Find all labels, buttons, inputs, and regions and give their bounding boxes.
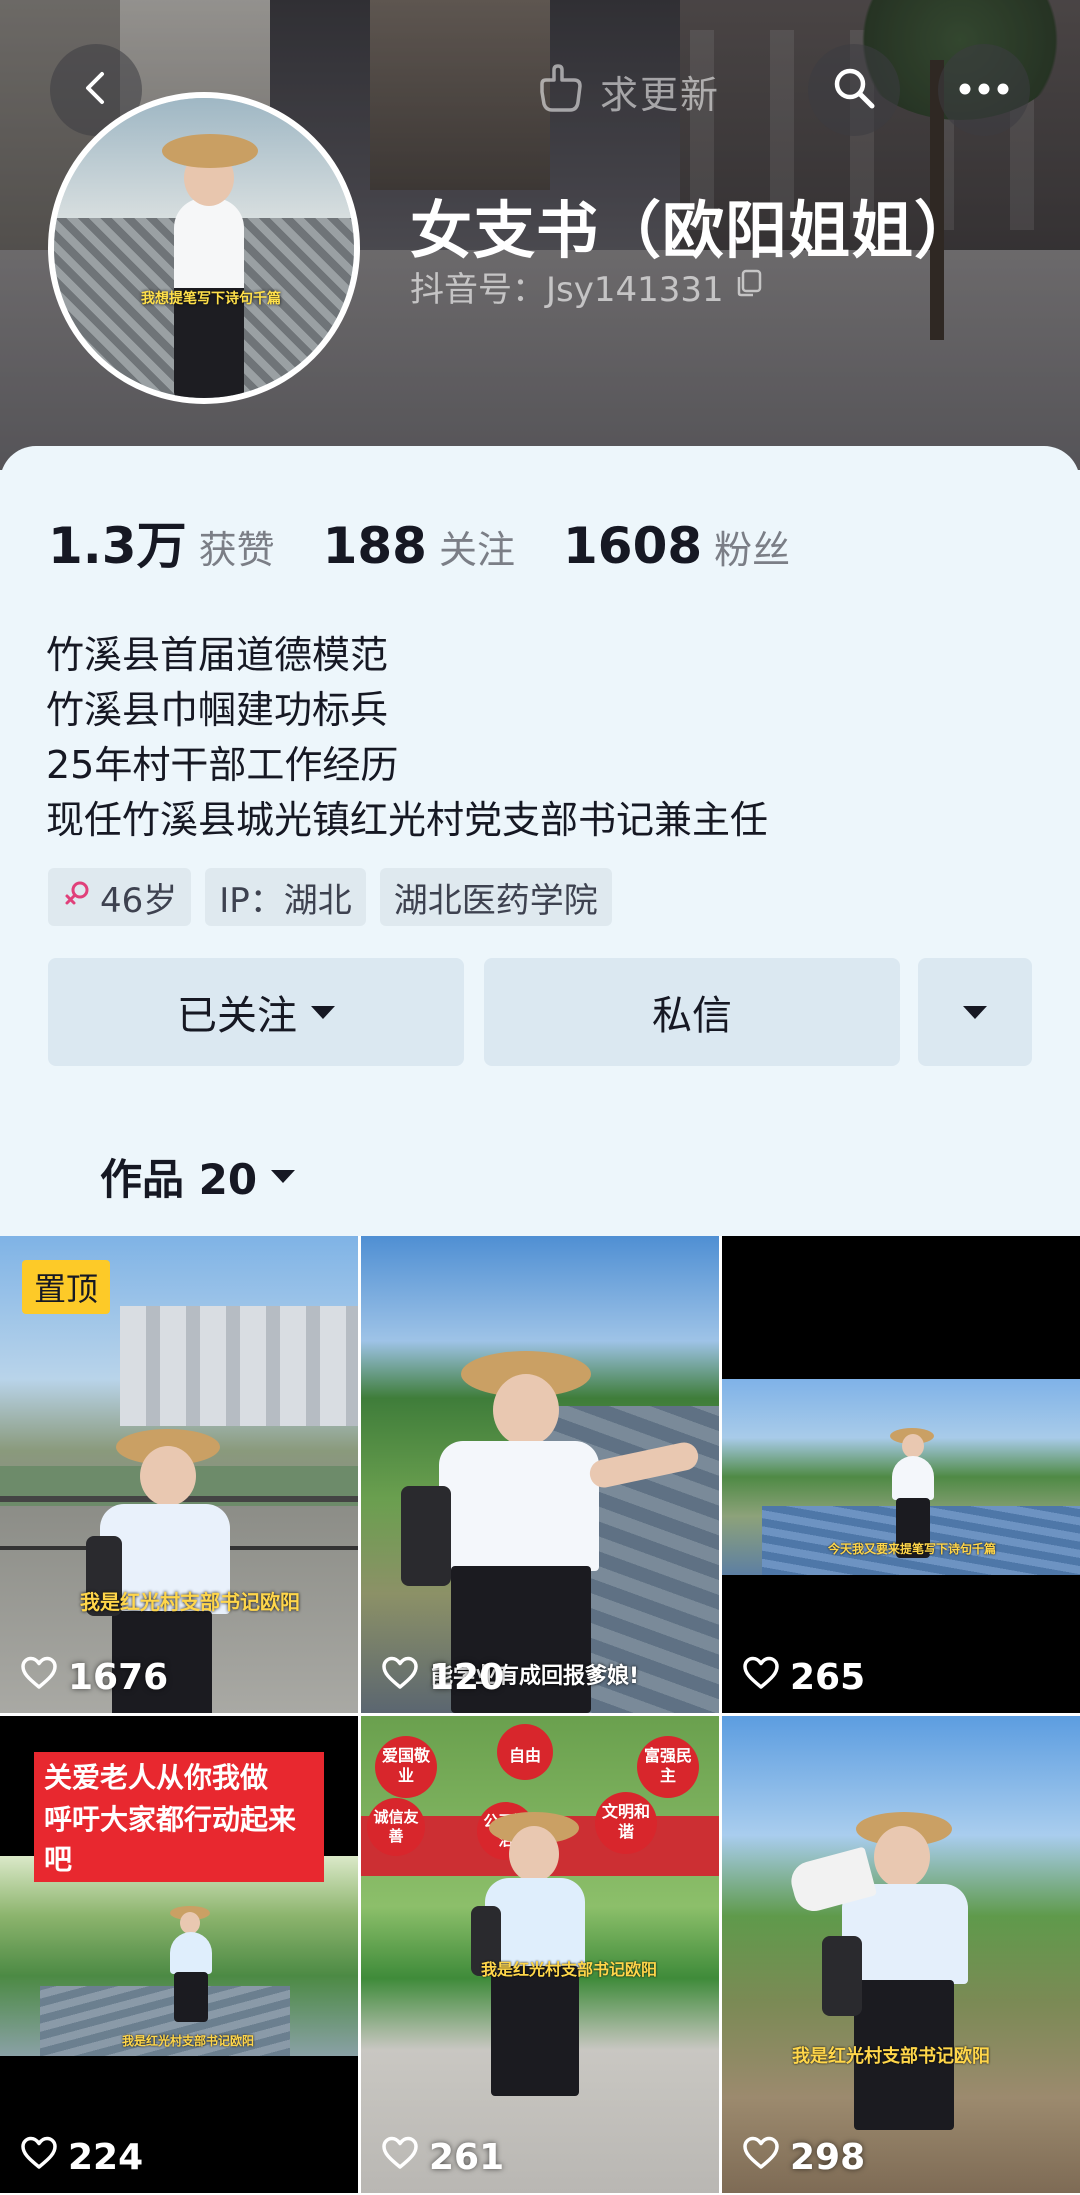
bio-line: 竹溪县首届道德模范 [46,633,389,677]
more-dots-icon [958,81,1010,100]
bio-line: 竹溪县巾帼建功标兵 [46,688,389,732]
douyin-id-text: 抖音号：Jsy141331 [410,270,724,310]
video-grid: 我是红光村支部书记欧阳 置顶 1676 能学业有成回报爹娘! 120 今天我又要… [0,1236,1080,2195]
request-update-button[interactable]: 求更新 [532,60,720,122]
video-likes: 224 [20,2136,143,2179]
heart-icon [742,2136,780,2179]
value-sign: 富强民主 [637,1736,699,1798]
caret-down-icon [271,1170,296,1183]
female-icon [62,877,92,917]
profile-nickname: 女支书（欧阳姐姐） [410,194,978,267]
heart-icon [381,2136,419,2179]
value-sign: 诚信友善 [367,1798,425,1856]
video-likes: 261 [381,2136,504,2179]
video-likes-count: 261 [429,2137,505,2178]
stat-likes[interactable]: 1.3万 获赞 [48,506,275,578]
ip-location-tag: IP：湖北 [205,868,366,926]
followed-label: 已关注 [177,993,297,1039]
video-likes-count: 265 [790,1657,866,1698]
profile-info-card: 1.3万 获赞 188 关注 1608 粉丝 竹溪县首届道德模范 竹溪县巾帼建功… [0,446,1080,1236]
message-label: 私信 [652,993,732,1039]
hand-point-icon [532,62,586,120]
video-likes-count: 224 [68,2137,144,2178]
video-caption: 我是红光村支部书记欧阳 [792,2046,990,2067]
video-caption: 今天我又要来提笔写下诗句千篇 [828,1542,997,1556]
caret-down-icon [963,1005,987,1019]
avatar-caption: 我想提笔写下诗句千篇 [141,291,281,307]
heart-icon [742,1656,780,1699]
bio-line: 现任竹溪县城光镇红光村党支部书记兼主任 [46,798,769,842]
heart-icon [20,1656,58,1699]
video-caption: 我是红光村支部书记欧阳 [122,2034,255,2048]
stat-followers-count: 1608 [562,517,703,575]
heart-icon [20,2136,58,2179]
search-icon [830,64,878,116]
profile-tags: 46岁 IP：湖北 湖北医药学院 [48,868,612,926]
profile-actions: 已关注 私信 [48,958,1032,1066]
stat-following-label: 关注 [438,528,515,572]
profile-header-banner: 求更新 我想提笔写下诗句千篇 女支书（欧阳姐姐） 抖音号：Jsy141331 [0,0,1080,470]
pinned-badge: 置顶 [22,1260,111,1314]
stat-likes-label: 获赞 [198,528,275,572]
value-sign: 文明和谐 [595,1792,657,1854]
bio-line: 25年村干部工作经历 [46,743,399,787]
video-banner: 呼吁大家都行动起来吧 [34,1794,324,1882]
school-tag[interactable]: 湖北医药学院 [379,868,612,926]
tab-works[interactable]: 作品 20 [100,1146,296,1207]
profile-bio: 竹溪县首届道德模范 竹溪县巾帼建功标兵 25年村干部工作经历 现任竹溪县城光镇红… [46,628,768,848]
age-tag: 46岁 [48,868,192,926]
video-tile[interactable]: 关爱老人从你我做起！ 呼吁大家都行动起来吧 我是红光村支部书记欧阳 224 [0,1716,358,2193]
profile-stats: 1.3万 获赞 188 关注 1608 粉丝 [48,506,838,578]
video-tile[interactable]: 我是红光村支部书记欧阳 298 [722,1716,1080,2193]
caret-down-icon [311,1005,335,1019]
video-tile[interactable]: 爱国敬业 自由 富强民主 诚信友善 公正法治 文明和谐 我是红光村支部书记欧阳 … [361,1716,719,2193]
video-likes: 120 [381,1656,504,1699]
message-button[interactable]: 私信 [484,958,900,1066]
search-button[interactable] [808,44,900,136]
followed-button[interactable]: 已关注 [48,958,464,1066]
heart-icon [381,1656,419,1699]
video-likes: 265 [742,1656,865,1699]
video-caption: 我是红光村支部书记欧阳 [80,1590,300,1614]
douyin-id[interactable]: 抖音号：Jsy141331 [410,262,764,311]
more-options-button[interactable] [938,44,1030,136]
stat-following-count: 188 [322,517,427,575]
stat-followers-label: 粉丝 [714,528,791,572]
stat-likes-count: 1.3万 [48,517,187,575]
age-text: 46岁 [100,880,178,921]
video-likes: 1676 [20,1656,168,1699]
value-sign: 自由 [497,1724,553,1780]
video-likes: 298 [742,2136,865,2179]
ip-location-text: IP：湖北 [219,880,352,921]
video-caption: 我是红光村支部书记欧阳 [481,1960,658,1979]
expand-recommend-button[interactable] [918,958,1032,1066]
video-tile[interactable]: 今天我又要来提笔写下诗句千篇 265 [722,1236,1080,1713]
stat-followers[interactable]: 1608 粉丝 [563,517,790,575]
stat-following[interactable]: 188 关注 [323,517,515,575]
copy-icon[interactable] [734,267,764,307]
video-likes-count: 298 [790,2137,866,2178]
video-tile[interactable]: 我是红光村支部书记欧阳 置顶 1676 [0,1236,358,1713]
video-likes-count: 120 [429,1657,505,1698]
request-update-label: 求更新 [600,72,721,117]
video-likes-count: 1676 [68,1657,169,1698]
school-text: 湖北医药学院 [393,880,598,921]
avatar[interactable]: 我想提笔写下诗句千篇 [48,92,360,404]
value-sign: 爱国敬业 [375,1736,437,1798]
works-tab-label: 作品 20 [100,1155,258,1204]
video-tile[interactable]: 能学业有成回报爹娘! 120 [361,1236,719,1713]
